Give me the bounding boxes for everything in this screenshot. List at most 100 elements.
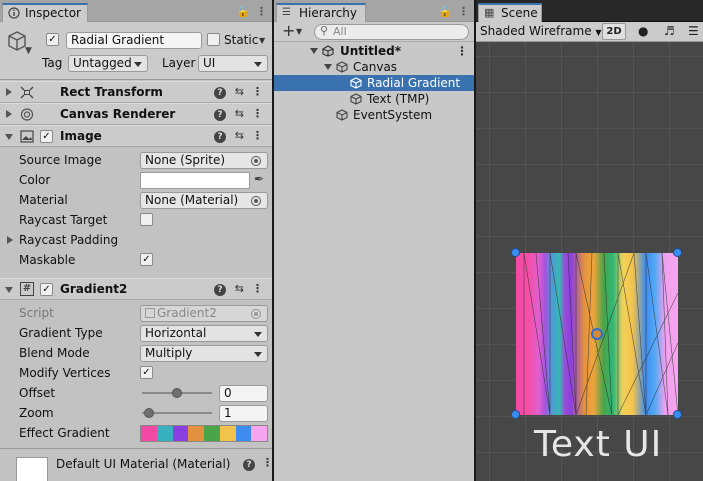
scene-menu-icon[interactable]: ⋮	[456, 43, 468, 59]
hierarchy-item-radial-gradient[interactable]: Radial Gradient	[274, 75, 474, 91]
material-value: None (Material)	[145, 193, 239, 207]
expand-arrow-icon[interactable]	[310, 48, 318, 54]
component-image[interactable]: ✓ Image ? ⇆ ⋮	[0, 125, 272, 147]
help-icon[interactable]: ?	[214, 87, 226, 99]
preset-icon[interactable]: ⇆	[235, 282, 244, 295]
image-enabled-checkbox[interactable]: ✓	[40, 130, 53, 143]
scene-text-ui[interactable]: Text UI	[534, 424, 662, 465]
collapse-arrow-icon[interactable]	[5, 134, 13, 140]
offset-slider-knob[interactable]	[172, 388, 182, 398]
preset-icon[interactable]: ⇆	[235, 85, 244, 98]
component-menu-icon[interactable]: ⋮	[252, 129, 263, 142]
offset-field[interactable]: 0	[219, 385, 268, 402]
raycast-target-checkbox[interactable]	[140, 213, 153, 226]
component-menu-icon[interactable]: ⋮	[262, 456, 272, 469]
script-hash-icon: #	[20, 282, 34, 296]
zoom-slider-knob[interactable]	[144, 408, 154, 418]
tab-scene[interactable]: ▦ Scene	[478, 3, 542, 22]
tab-inspector[interactable]: Inspector	[2, 3, 88, 22]
lock-icon[interactable]: 🔒	[438, 5, 452, 18]
hierarchy-item-eventsystem[interactable]: EventSystem	[274, 107, 474, 123]
inspector-panel: Inspector 🔒 ⋮ ▼ ✓ Radial Gradient Static…	[0, 0, 272, 481]
icon-dropdown-chevron-icon[interactable]: ▼	[25, 46, 32, 56]
hierarchy-item-label: Canvas	[353, 60, 398, 74]
static-checkbox[interactable]	[207, 33, 220, 46]
collapse-arrow-icon[interactable]	[5, 287, 13, 293]
tab-hierarchy[interactable]: ☰ Hierarchy	[276, 3, 366, 22]
effect-gradient-label: Effect Gradient	[19, 426, 110, 440]
maskable-checkbox[interactable]: ✓	[140, 253, 153, 266]
zoom-label: Zoom	[19, 406, 54, 420]
search-placeholder: All	[333, 25, 347, 38]
component-menu-icon[interactable]: ⋮	[252, 107, 263, 120]
hierarchy-search-input[interactable]: ⚲ All	[314, 24, 469, 40]
panel-menu-icon[interactable]: ⋮	[256, 5, 267, 18]
material-field[interactable]: None (Material)	[140, 192, 268, 209]
modify-vertices-checkbox[interactable]: ✓	[140, 366, 153, 379]
rect-handle-bottom-left[interactable]	[511, 410, 520, 419]
effects-toggle-icon[interactable]: ☰	[688, 24, 699, 38]
preset-icon[interactable]: ⇆	[235, 107, 244, 120]
effect-gradient-swatch	[156, 426, 173, 441]
source-image-field[interactable]: None (Sprite)	[140, 152, 268, 169]
gameobject-cube-icon	[350, 77, 362, 89]
divider	[0, 448, 272, 449]
help-icon[interactable]: ?	[214, 284, 226, 296]
hierarchy-item-text-tmp[interactable]: Text (TMP)	[274, 91, 474, 107]
effect-gradient-field[interactable]	[140, 425, 268, 442]
hierarchy-tabbar: ☰ Hierarchy 🔒 ⋮	[274, 0, 474, 22]
toggle-2d-button[interactable]: 2D	[602, 23, 626, 40]
pivot-handle[interactable]	[591, 328, 603, 340]
component-menu-icon[interactable]: ⋮	[252, 85, 263, 98]
canvas-renderer-icon	[20, 108, 34, 121]
blend-mode-dropdown[interactable]: Multiply	[140, 345, 268, 362]
help-icon[interactable]: ?	[214, 109, 226, 121]
hierarchy-item-canvas[interactable]: Canvas	[274, 59, 474, 75]
tag-dropdown[interactable]: Untagged	[68, 55, 148, 72]
add-button[interactable]: +	[282, 22, 295, 40]
component-title: Rect Transform	[60, 85, 163, 99]
expand-arrow-icon[interactable]	[6, 88, 12, 96]
eyedropper-icon[interactable]: ✒	[254, 172, 264, 186]
static-dropdown-chevron-icon[interactable]: ▼	[259, 36, 265, 45]
object-header: ▼ ✓ Radial Gradient Static ▼ Tag Untagge…	[0, 22, 272, 80]
zoom-field[interactable]: 1	[219, 405, 268, 422]
hierarchy-panel: ☰ Hierarchy 🔒 ⋮ + ▼ ⚲ All Untitled* ⋮ Ca…	[274, 0, 474, 481]
audio-toggle-icon[interactable]: ♬	[664, 24, 675, 38]
gradient2-enabled-checkbox[interactable]: ✓	[40, 283, 53, 296]
help-icon[interactable]: ?	[243, 459, 255, 471]
raycast-padding-label[interactable]: Raycast Padding	[19, 233, 118, 247]
layer-dropdown[interactable]: UI	[198, 55, 268, 72]
help-icon[interactable]: ?	[214, 131, 226, 143]
object-picker-icon[interactable]	[251, 156, 261, 166]
object-picker-icon[interactable]	[251, 196, 261, 206]
expand-arrow-icon[interactable]	[324, 64, 332, 70]
color-swatch-field[interactable]	[140, 172, 250, 189]
component-menu-icon[interactable]: ⋮	[252, 282, 263, 295]
expand-arrow-icon[interactable]	[6, 110, 12, 118]
hierarchy-item-scene[interactable]: Untitled* ⋮	[274, 43, 474, 59]
material-label: Material	[19, 193, 68, 207]
active-checkbox[interactable]: ✓	[46, 33, 59, 46]
raycast-padding-expand-icon[interactable]	[7, 236, 13, 244]
scene-viewport[interactable]: Text UI	[476, 42, 703, 481]
gradient-type-dropdown[interactable]: Horizontal	[140, 325, 268, 342]
gradient-type-label: Gradient Type	[19, 326, 103, 340]
lock-icon[interactable]: 🔒	[236, 5, 250, 18]
shading-mode-dropdown[interactable]: Shaded Wireframe ▼	[480, 24, 602, 38]
component-rect-transform[interactable]: Rect Transform ? ⇆ ⋮	[0, 81, 272, 103]
scene-toolbar: Shaded Wireframe ▼ 2D ● ♬ ☰	[476, 22, 703, 42]
preset-icon[interactable]: ⇆	[235, 129, 244, 142]
component-gradient2[interactable]: # ✓ Gradient2 ? ⇆ ⋮	[0, 278, 272, 300]
hierarchy-item-label: Text (TMP)	[367, 92, 430, 106]
object-name-field[interactable]: Radial Gradient	[66, 32, 202, 49]
info-icon	[8, 7, 20, 19]
rect-handle-top-left[interactable]	[511, 248, 520, 257]
lighting-toggle-icon[interactable]: ●	[638, 24, 648, 38]
panel-menu-icon[interactable]: ⋮	[458, 5, 469, 18]
rect-handle-bottom-right[interactable]	[673, 410, 682, 419]
rect-handle-top-right[interactable]	[673, 248, 682, 257]
component-title: Image	[60, 129, 102, 143]
component-canvas-renderer[interactable]: Canvas Renderer ? ⇆ ⋮	[0, 103, 272, 125]
add-dropdown-chevron-icon[interactable]: ▼	[296, 27, 302, 36]
